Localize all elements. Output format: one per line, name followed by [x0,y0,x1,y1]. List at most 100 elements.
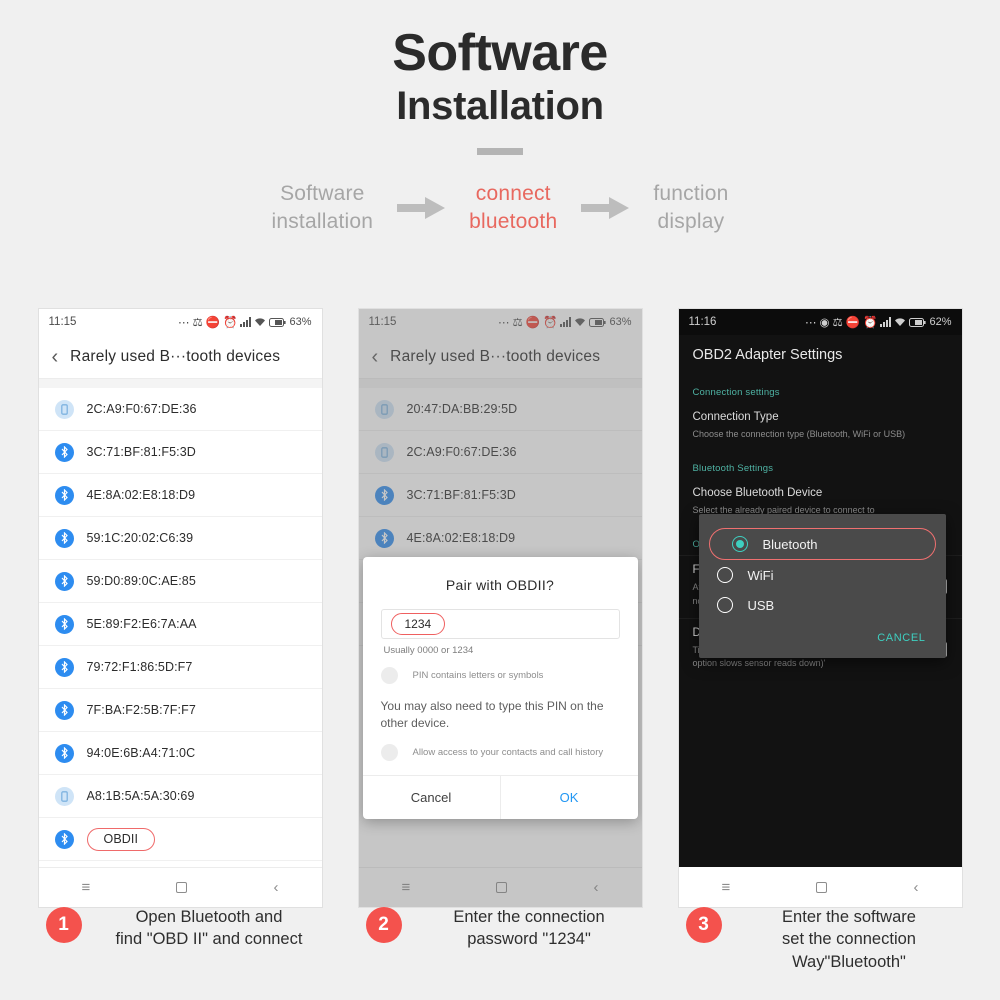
bluetooth-icon [54,700,74,720]
checkbox-icon[interactable] [380,667,398,684]
device-name: 7F:BA:F2:5B:7F:F7 [86,703,196,717]
dialog-cancel-button[interactable]: CANCEL [699,620,946,652]
caption-2-line2: password "1234" [467,930,591,949]
bluetooth-icon [54,829,74,849]
status-time-3: 11:16 [688,316,717,328]
device-list-item[interactable]: 4E:8A:02:E8:18:D9 [38,474,322,517]
screen-title-2: Rarely used B···tooth devices [390,347,601,365]
more-icon: ⋯ [178,317,190,329]
device-name: 4E:8A:02:E8:18:D9 [406,531,516,545]
settings-section-header: Connection settings [692,387,780,398]
nav-home-icon[interactable] [176,882,188,893]
radio-icon[interactable] [716,597,733,613]
radio-option-wrapper[interactable]: Bluetooth [708,528,936,560]
device-list-item[interactable]: 59:1C:20:02:C6:39 [38,517,322,560]
alarm-icon: ⏰ [543,317,558,329]
radio-option[interactable]: Bluetooth [714,529,931,559]
phone-icon [374,399,394,419]
caption-2-text: Enter the connection password "1234" [416,905,643,951]
radio-option-label: USB [747,597,775,613]
phone-icon [374,442,394,462]
signal-icon [880,317,892,327]
settings-item-title: Choose Bluetooth Device [692,487,823,500]
nav-menu-icon[interactable]: ≡ [82,879,91,896]
device-list-item[interactable]: 5E:89:F2:E6:7A:AA [38,603,322,646]
device-list-item[interactable]: 2C:A9:F0:67:DE:36 [358,431,642,474]
pin-value: 1234 [390,613,446,635]
wifi-icon [575,318,586,326]
checkbox-icon[interactable] [380,743,398,761]
radio-option[interactable]: USB [699,590,946,620]
settings-item[interactable]: Connection Type Choose the connection typ… [679,403,962,451]
device-list-item[interactable]: 4E:8A:02:E8:18:D9 [358,517,642,560]
status-bar-1: 11:15 ⋯ ⚖ ⛔ ⏰ 63% [38,309,322,335]
contacts-access-checkbox-row[interactable]: Allow access to your contacts and call h… [380,743,620,761]
device-name: 59:D0:89:0C:AE:85 [86,574,196,588]
page-root: Software Installation Software installat… [0,0,1000,1000]
page-header: Software Installation [0,0,1000,155]
status-time-2: 11:15 [368,316,397,328]
wifi-icon [895,318,906,326]
device-name: 3C:71:BF:81:F5:3D [406,488,516,502]
device-list-item[interactable]: 20:47:DA:BB:29:5D [358,388,642,431]
device-list-item[interactable]: 3C:71:BF:81:F5:3D [358,474,642,517]
breadcrumb-step-2: connect bluetooth [469,180,557,237]
device-list-item[interactable]: OBDII [38,818,322,861]
signal-icon [560,317,572,327]
radio-option-wrapper[interactable]: WiFi [699,560,946,590]
phone-icon [54,399,74,419]
nav-home-icon[interactable] [496,882,508,893]
chevron-left-icon[interactable]: ‹ [52,347,59,367]
caption-3-text: Enter the software set the connection Wa… [736,905,963,973]
nav-back-icon[interactable]: ‹ [913,879,918,896]
bluetooth-icon [374,528,394,548]
nav-menu-icon[interactable]: ≡ [402,879,411,896]
bluetooth-icon [54,571,74,591]
device-list-item[interactable]: 94:0E:6B:A4:71:0C [38,732,322,775]
device-list-1[interactable]: 2C:A9:F0:67:DE:36 3C:71:BF:81:F5:3D 4E:8A:… [38,388,322,904]
device-list-item[interactable]: 7F:BA:F2:5B:7F:F7 [38,689,322,732]
pair-dialog-note: You may also need to type this PIN on th… [380,699,604,731]
device-list-item[interactable]: 2C:A9:F0:67:DE:36 [38,388,322,431]
dnd-icon: ⛔ [525,317,541,329]
nav-menu-icon[interactable]: ≡ [722,879,731,896]
pin-input[interactable]: 1234 [380,609,620,639]
page-title-line1: Software [392,24,608,82]
pair-dialog-actions: Cancel OK [362,774,638,819]
device-list-item[interactable]: 79:72:F1:86:5D:F7 [38,646,322,689]
caption-3: 3 Enter the software set the connection … [678,905,963,973]
nav-back-icon[interactable]: ‹ [593,879,598,896]
device-list-item[interactable]: 59:D0:89:0C:AE:85 [38,560,322,603]
status-time-1: 11:15 [48,316,77,328]
breadcrumb-step-1-line2: installation [271,209,374,233]
caption-3-line2: set the connection [782,930,916,949]
page-title-line2: Installation [396,83,604,128]
title-underline-rule [477,147,523,155]
nav-bar-2: ≡ ‹ [358,867,642,907]
cancel-button[interactable]: Cancel [363,776,500,819]
connection-type-options[interactable]: Bluetooth WiFi USB [699,528,946,620]
phone-icon [54,786,74,806]
radio-icon[interactable] [716,567,733,583]
nav-home-icon[interactable] [816,881,828,893]
device-name: 59:1C:20:02:C6:39 [86,531,194,545]
nav-back-icon[interactable]: ‹ [273,879,278,896]
highlight-pill: OBDII [86,827,156,851]
battery-percent-3: 62% [929,316,952,328]
breadcrumb-step-1-line1: Software [280,181,365,205]
device-list-item[interactable]: 3C:71:BF:81:F5:3D [38,431,322,474]
alarm-icon: ⏰ [863,317,878,329]
battery-icon [589,317,607,327]
chevron-left-icon[interactable]: ‹ [372,347,379,367]
ok-button[interactable]: OK [499,775,638,819]
pin-symbols-checkbox-row[interactable]: PIN contains letters or symbols [380,667,620,684]
radio-option-wrapper[interactable]: USB [699,590,946,620]
caption-3-line3: Way"Bluetooth" [792,952,906,971]
wifi-icon [255,318,266,326]
radio-option[interactable]: WiFi [699,560,946,590]
step-badge-1: 1 [45,907,82,943]
radio-icon[interactable] [731,536,748,552]
breadcrumb-step-2-line1: connect [475,181,551,205]
device-list-item[interactable]: A8:1B:5A:5A:30:69 [38,775,322,818]
bluetooth-icon [374,485,394,505]
